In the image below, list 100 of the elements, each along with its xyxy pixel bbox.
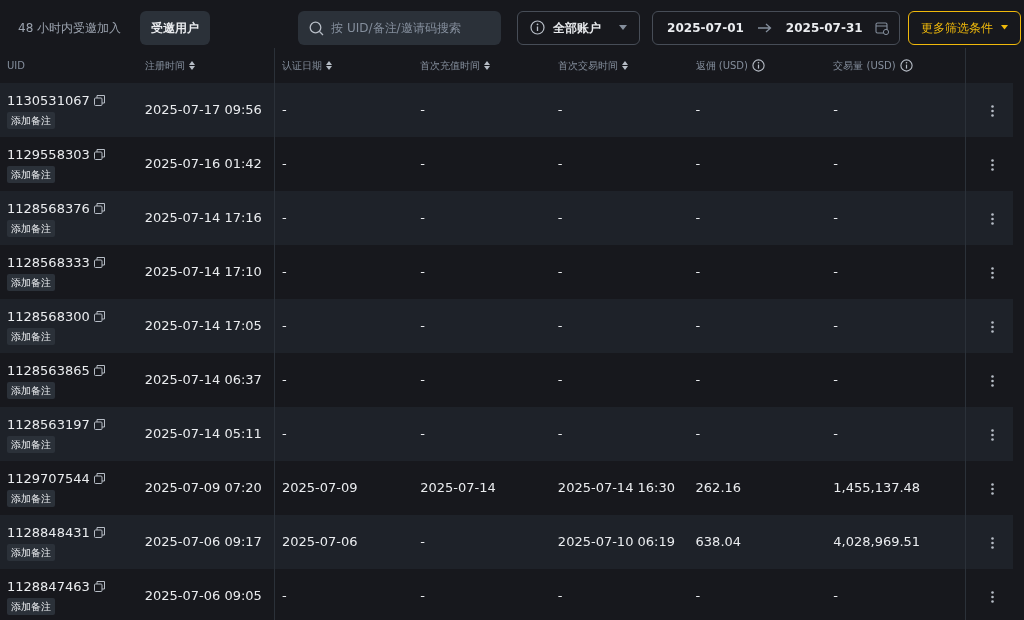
- table-cell: -: [420, 102, 425, 118]
- add-note-button[interactable]: 添加备注: [7, 328, 55, 345]
- add-note-button[interactable]: 添加备注: [7, 220, 55, 237]
- sort-header[interactable]: 首次交易时间: [557, 58, 628, 73]
- copy-icon: [93, 310, 105, 322]
- sort-icon: [621, 61, 628, 70]
- kebab-icon: [991, 482, 995, 495]
- table-cell: -: [420, 264, 425, 280]
- table-cell: -: [695, 372, 701, 388]
- date-range-field[interactable]: 2025-07-01 2025-07-31: [652, 10, 900, 45]
- sort-header[interactable]: 认证日期: [281, 58, 332, 73]
- column-header: 交易量 (USD): [833, 58, 913, 73]
- table-cell: 2025-07-14 06:37: [144, 372, 262, 388]
- table-cell: 2025-07-06 09:05: [144, 588, 262, 604]
- table-cell: 2025-07-09 07:20: [144, 480, 262, 496]
- table-cell: 1,455,137.48: [833, 480, 921, 496]
- kebab-icon: [991, 320, 995, 333]
- table-cell: 2025-07-14 17:16: [144, 210, 262, 226]
- start-date: 2025-07-01: [667, 19, 744, 37]
- table-cell: -: [833, 372, 838, 388]
- table-cell: -: [557, 372, 563, 388]
- add-note-button[interactable]: 添加备注: [7, 490, 55, 507]
- kebab-icon: [991, 266, 995, 279]
- add-note-button[interactable]: 添加备注: [7, 166, 55, 183]
- arrow-icon: [757, 22, 772, 33]
- info-icon: [899, 59, 913, 72]
- table-cell: -: [281, 264, 287, 280]
- kebab-icon: [991, 212, 995, 225]
- table-cell: -: [695, 210, 701, 226]
- table-cell: -: [420, 210, 425, 226]
- table-cell: 2025-07-14 05:11: [144, 426, 262, 442]
- uid-text: 1129558303: [7, 145, 90, 164]
- table-cell: -: [557, 264, 563, 280]
- account-dropdown[interactable]: 全部账户: [517, 10, 641, 45]
- table-cell: -: [833, 318, 838, 334]
- add-note-button[interactable]: 添加备注: [7, 112, 55, 129]
- table-cell: -: [557, 102, 563, 118]
- table-cell: -: [695, 264, 701, 280]
- table-cell: 2025-07-16 01:42: [144, 156, 262, 172]
- table-cell: -: [557, 156, 563, 172]
- table-cell: -: [420, 156, 425, 172]
- table-cell: -: [281, 210, 287, 226]
- add-note-button[interactable]: 添加备注: [7, 544, 55, 561]
- caret-icon: [619, 25, 628, 30]
- table-cell: -: [281, 318, 287, 334]
- table-cell: 2025-07-14 17:10: [144, 264, 262, 280]
- calendar-icon: [874, 20, 889, 35]
- kebab-icon: [991, 428, 995, 441]
- table-cell: -: [695, 318, 701, 334]
- uid-text: 1128568333: [7, 253, 90, 272]
- table-cell: -: [281, 156, 287, 172]
- kebab-icon: [991, 590, 995, 603]
- add-note-button[interactable]: 添加备注: [7, 382, 55, 399]
- copy-icon: [93, 202, 105, 214]
- table-cell: 262.16: [695, 480, 742, 496]
- end-date: 2025-07-31: [785, 19, 863, 37]
- copy-icon: [93, 580, 105, 592]
- table-cell: -: [420, 534, 425, 550]
- more-filters-dropdown[interactable]: 更多筛选条件: [907, 10, 1021, 45]
- table-cell: -: [833, 264, 838, 280]
- add-note-button[interactable]: 添加备注: [7, 436, 55, 453]
- table-cell: -: [833, 588, 838, 604]
- copy-icon: [93, 148, 105, 160]
- sort-icon: [188, 61, 195, 70]
- tab[interactable]: 48 小时内受邀加入: [7, 10, 133, 45]
- table-cell: 2025-07-14 17:05: [144, 318, 262, 334]
- uid-text: 1128563865: [7, 361, 90, 380]
- table-cell: -: [281, 426, 287, 442]
- search-field[interactable]: 按 UID/备注/邀请码搜索: [298, 10, 502, 45]
- add-note-button[interactable]: 添加备注: [7, 274, 55, 291]
- table-cell: -: [557, 318, 563, 334]
- table-cell: -: [420, 372, 425, 388]
- table-cell: 2025-07-06 09:17: [144, 534, 262, 550]
- sort-header[interactable]: 首次充值时间: [420, 58, 491, 73]
- caret-icon: [1000, 25, 1008, 30]
- table-cell: -: [833, 210, 838, 226]
- table-cell: -: [833, 156, 838, 172]
- info-icon: [751, 59, 765, 72]
- copy-icon: [93, 472, 105, 484]
- copy-icon: [93, 364, 105, 376]
- table-cell: 2025-07-14 16:30: [557, 480, 675, 496]
- table-cell: -: [695, 102, 701, 118]
- table-cell: -: [420, 588, 425, 604]
- sort-icon: [484, 61, 491, 70]
- kebab-icon: [991, 104, 995, 117]
- table-cell: -: [833, 426, 838, 442]
- copy-icon: [93, 94, 105, 106]
- sort-header[interactable]: 注册时间: [144, 58, 195, 73]
- table-cell: -: [695, 588, 701, 604]
- table-cell: -: [557, 588, 563, 604]
- tab[interactable]: 受邀用户: [140, 10, 211, 45]
- table-cell: -: [695, 156, 701, 172]
- table-cell: -: [281, 102, 287, 118]
- copy-icon: [93, 526, 105, 538]
- table-cell: 638.04: [695, 534, 742, 550]
- add-note-button[interactable]: 添加备注: [7, 598, 55, 615]
- table-cell: -: [420, 318, 425, 334]
- table-cell: 2025-07-09: [281, 480, 358, 496]
- table-cell: 2025-07-06: [281, 534, 358, 550]
- uid-text: 1128563197: [7, 415, 90, 434]
